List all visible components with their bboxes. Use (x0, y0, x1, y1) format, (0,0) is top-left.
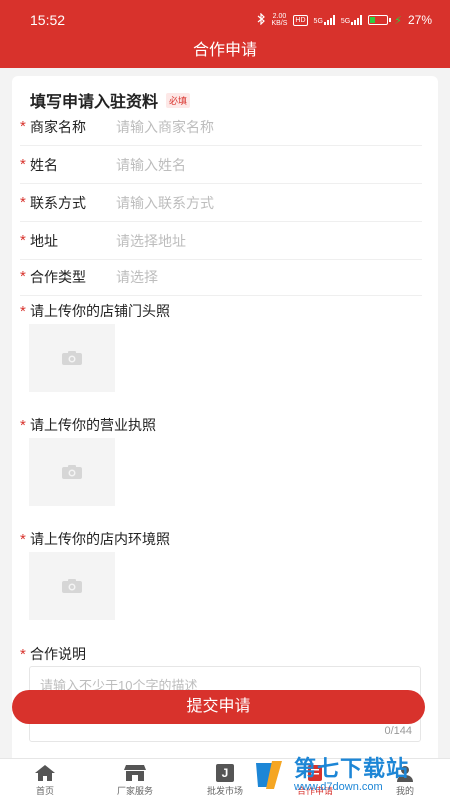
cooperation-type-field[interactable]: * 合作类型 请选择 (20, 258, 422, 296)
watermark-name: 第七下载站 (294, 756, 410, 781)
required-mark: * (20, 232, 26, 249)
camera-icon (62, 351, 82, 365)
required-mark: * (20, 530, 26, 548)
contact-field[interactable]: * 联系方式 请输入联系方式 (20, 184, 422, 222)
nav-home[interactable]: 首页 (0, 759, 90, 800)
required-mark: * (20, 302, 26, 320)
char-counter: 0/144 (384, 725, 412, 737)
field-label: 姓名 (30, 156, 58, 173)
home-icon (34, 763, 56, 783)
required-mark: * (20, 156, 26, 173)
upload-interior-button[interactable] (29, 552, 115, 620)
battery-level: 27% (407, 13, 432, 27)
hd-icon: HD (293, 14, 308, 26)
application-form: 填写申请入驻资料 必填 * 商家名称 请输入商家名称 * 姓名 请输入姓名 * … (12, 76, 438, 766)
upload-license-button[interactable] (29, 438, 115, 506)
field-label: 商家名称 (30, 118, 86, 135)
store-icon (124, 763, 146, 783)
address-select[interactable]: 请选择地址 (116, 231, 186, 251)
upload-storefront-button[interactable] (29, 324, 115, 392)
required-badge: 必填 (166, 92, 191, 108)
upload-interior-label: * 请上传你的店内环境照 (20, 530, 170, 548)
watermark: 第七下载站 www.d7down.com (252, 754, 442, 796)
signal-2-icon: 5G (341, 15, 363, 25)
cooperation-type-select[interactable]: 请选择 (116, 267, 158, 287)
battery-icon (368, 15, 392, 25)
field-label: 合作类型 (30, 268, 86, 285)
name-input[interactable]: 请输入姓名 (116, 155, 186, 175)
contact-input[interactable]: 请输入联系方式 (116, 193, 214, 213)
name-field[interactable]: * 姓名 请输入姓名 (20, 146, 422, 184)
submit-button[interactable]: 提交申请 (12, 690, 425, 724)
required-mark: * (20, 268, 26, 285)
upload-storefront-label: * 请上传你的店铺门头照 (20, 302, 170, 320)
camera-icon (62, 465, 82, 479)
nav-factory-service[interactable]: 厂家服务 (90, 759, 180, 800)
signal-1-icon: 5G (314, 15, 335, 25)
watermark-url: www.d7down.com (294, 781, 383, 793)
charging-icon: ⚡ (394, 14, 402, 27)
upload-license-label: * 请上传你的营业执照 (20, 416, 156, 434)
field-label: 地址 (30, 232, 58, 249)
description-label: * 合作说明 (20, 645, 86, 663)
merchant-name-field[interactable]: * 商家名称 请输入商家名称 (20, 108, 422, 146)
field-label: 联系方式 (30, 194, 86, 211)
status-time: 15:52 (30, 12, 66, 28)
required-mark: * (20, 645, 26, 663)
wholesale-icon: J (214, 763, 236, 783)
bluetooth-icon (257, 12, 266, 28)
camera-icon (62, 579, 82, 593)
required-mark: * (20, 416, 26, 434)
net-speed: 2.00 KB/S (271, 13, 288, 27)
page-title: 合作申请 (0, 40, 450, 68)
watermark-logo-icon (252, 757, 288, 793)
merchant-name-input[interactable]: 请输入商家名称 (116, 117, 214, 137)
required-mark: * (20, 194, 26, 211)
address-field[interactable]: * 地址 请选择地址 (20, 222, 422, 260)
status-bar: 15:52 2.00 KB/S HD 5G 5G ⚡ 27% (0, 0, 450, 40)
required-mark: * (20, 118, 26, 135)
status-icons: 2.00 KB/S HD 5G 5G ⚡ 27% (257, 12, 432, 28)
